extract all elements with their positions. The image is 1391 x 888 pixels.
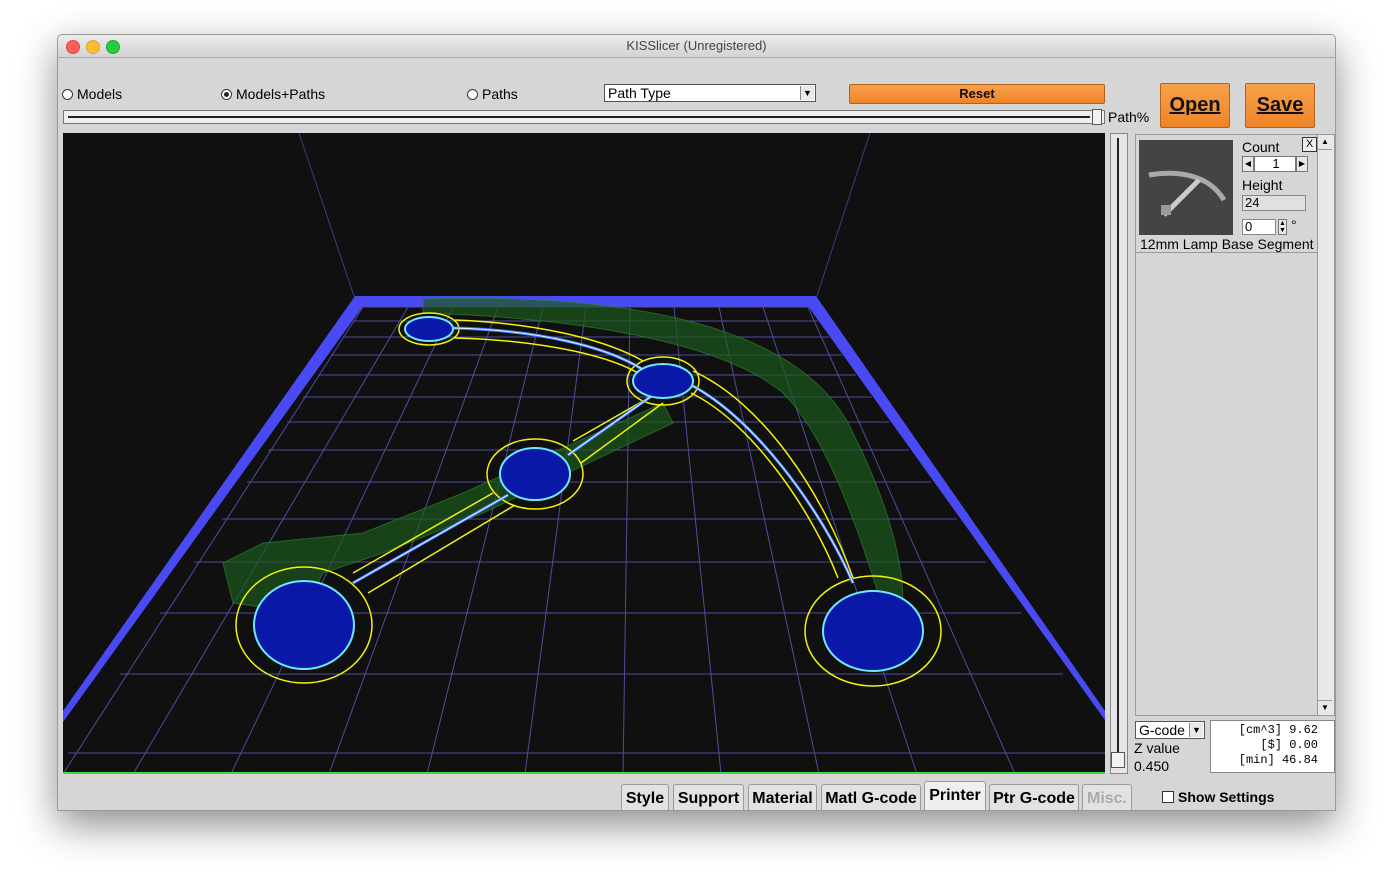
model-list-panel: Count X ◀ 1 ▶ Height 24 0 ▲ ▼ ° 12mm Lamp…: [1135, 134, 1321, 716]
path-percent-label: Path%: [1108, 109, 1150, 125]
output-format-select[interactable]: G-code ▼: [1135, 721, 1205, 739]
radio-models-paths-indicator[interactable]: [221, 88, 232, 100]
increment-arrow-icon[interactable]: ▶: [1296, 156, 1308, 172]
path-type-value: Path Type: [608, 85, 671, 101]
radio-models-label: Models: [77, 86, 123, 102]
path-percent-slider[interactable]: [63, 109, 1105, 125]
model-preview-icon: [1148, 170, 1227, 217]
height-input[interactable]: 24: [1242, 195, 1306, 211]
count-stepper[interactable]: ◀ 1 ▶: [1242, 156, 1308, 172]
scroll-down-icon[interactable]: ▼: [1318, 700, 1332, 715]
show-settings-checkbox[interactable]: Show Settings: [1162, 789, 1274, 805]
radio-models-indicator[interactable]: [62, 88, 73, 100]
save-button[interactable]: Save: [1245, 83, 1315, 128]
tab-matl-gcode[interactable]: Matl G-code: [821, 784, 921, 810]
window-title: KISSlicer (Unregistered): [626, 38, 767, 53]
height-label: Height: [1242, 177, 1283, 193]
stats-list: [cm^3] 9.62 [$] 0.00 [min] 46.84: [1239, 723, 1318, 768]
rotation-unit: °: [1291, 217, 1297, 233]
tab-support[interactable]: Support: [673, 784, 744, 810]
output-format-value: G-code: [1139, 722, 1185, 738]
rotation-input[interactable]: 0: [1242, 219, 1276, 235]
stat-time: [min] 46.84: [1238, 753, 1318, 767]
rotation-spinner[interactable]: ▲ ▼: [1278, 219, 1287, 235]
path-type-select[interactable]: Path Type ▼: [604, 84, 816, 102]
model-name: 12mm Lamp Base Segment: [1140, 236, 1314, 252]
z-slider-thumb[interactable]: [1111, 752, 1125, 768]
show-settings-label: Show Settings: [1178, 789, 1275, 805]
tab-misc[interactable]: Misc.: [1082, 784, 1132, 810]
radio-paths-label: Paths: [482, 86, 518, 102]
stat-cost: [$] 0.00: [1260, 738, 1318, 752]
divider: [1136, 252, 1318, 253]
remove-model-button[interactable]: X: [1302, 137, 1317, 152]
z-value: 0.450: [1134, 758, 1170, 774]
stats-box: [cm^3] 9.62 [$] 0.00 [min] 46.84: [1210, 720, 1335, 773]
radio-models-paths[interactable]: Models+Paths: [221, 86, 325, 102]
checkbox-box[interactable]: [1162, 791, 1174, 803]
radio-paths[interactable]: Paths: [467, 86, 518, 102]
tab-ptr-gcode[interactable]: Ptr G-code: [989, 784, 1079, 810]
model-thumbnail[interactable]: [1139, 140, 1233, 235]
open-button[interactable]: Open: [1160, 83, 1230, 128]
z-value-label: Z value: [1134, 740, 1180, 756]
radio-paths-indicator[interactable]: [467, 88, 478, 100]
tab-style[interactable]: Style: [621, 784, 669, 810]
z-slider[interactable]: [1110, 133, 1128, 774]
tab-printer[interactable]: Printer: [924, 781, 986, 810]
scroll-up-icon[interactable]: ▲: [1318, 135, 1332, 150]
radio-models[interactable]: Models: [62, 86, 122, 102]
app-window: KISSlicer (Unregistered) Models Models+P…: [57, 34, 1336, 811]
slider-thumb[interactable]: [1092, 109, 1102, 125]
model-list-scrollbar[interactable]: ▲ ▼: [1317, 134, 1335, 716]
decrement-arrow-icon[interactable]: ◀: [1242, 156, 1254, 172]
count-label: Count: [1242, 139, 1280, 155]
chevron-down-icon[interactable]: ▼: [800, 86, 814, 100]
3d-viewport[interactable]: [62, 132, 1106, 775]
print-bed-render[interactable]: [62, 132, 1106, 775]
chevron-down-icon[interactable]: ▼: [1189, 723, 1203, 737]
title-bar: KISSlicer (Unregistered): [58, 35, 1335, 58]
count-input[interactable]: 1: [1254, 156, 1296, 172]
radio-models-paths-label: Models+Paths: [236, 86, 326, 102]
tab-material[interactable]: Material: [748, 784, 817, 810]
stat-volume: [cm^3] 9.62: [1238, 723, 1318, 737]
reset-button[interactable]: Reset: [849, 84, 1105, 104]
z-slider-track: [1117, 138, 1119, 766]
slider-track-line: [68, 116, 1090, 118]
